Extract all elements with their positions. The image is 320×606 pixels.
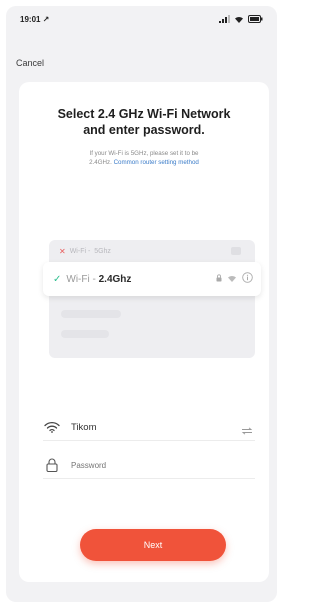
instruction-text: If your Wi-Fi is 5GHz, please set it to … [37, 150, 251, 167]
wifi-status-icon [235, 16, 243, 23]
wifi-24g-prefix: Wi-Fi - [66, 273, 96, 285]
status-time: 19:01 ↗ [20, 14, 50, 24]
router-settings-link[interactable]: Common router setting method [114, 159, 199, 166]
password-field[interactable] [43, 452, 255, 479]
wifi-name-field[interactable]: Tikom [43, 414, 255, 441]
cellular-signal-icon [219, 15, 230, 23]
status-icons [219, 15, 263, 23]
cross-icon: ✕ [59, 246, 66, 256]
wifi-24g-row: ✓ Wi-Fi - 2.4Ghz [43, 262, 261, 296]
wifi-5g-row: ✕ Wi-Fi - 5Ghz [49, 240, 255, 262]
instruction-line-2: 2.4GHz. [89, 158, 112, 166]
wifi-24g-band: 2.4Ghz [98, 273, 132, 285]
info-icon [242, 272, 253, 283]
wifi-icon [43, 421, 61, 433]
wifi-network-illustration: ✕ Wi-Fi - 5Ghz ✓ Wi-Fi - 2.4Ghz [43, 240, 261, 358]
lock-icon [43, 458, 61, 472]
page-title: Select 2.4 GHz Wi-Fi Network and enter p… [19, 106, 269, 138]
wifi-setup-card: Select 2.4 GHz Wi-Fi Network and enter p… [19, 82, 269, 582]
wifi-5g-prefix: Wi-Fi - [69, 247, 91, 255]
wifi-24g-icons [216, 272, 253, 283]
lock-icon [231, 247, 241, 255]
placeholder-network-row [61, 330, 109, 338]
lock-icon [216, 273, 222, 281]
title-line-2: and enter password. [83, 123, 205, 137]
placeholder-network-row [61, 310, 121, 318]
wifi-name-value: Tikom [71, 421, 97, 433]
password-input[interactable] [71, 460, 181, 470]
next-button[interactable]: Next [80, 529, 226, 561]
check-icon: ✓ [53, 273, 62, 285]
cancel-button[interactable]: Cancel [16, 58, 44, 68]
app-screen: 19:01 ↗ Cancel Select 2.4 GHz Wi-Fi Netw… [6, 6, 277, 602]
instruction-line-1: If your Wi-Fi is 5GHz, please set it to … [89, 150, 199, 157]
wifi-5g-band: 5Ghz [94, 247, 111, 255]
status-bar: 19:01 ↗ [6, 6, 277, 32]
wifi-signal-icon [228, 275, 236, 282]
switch-network-icon[interactable] [241, 422, 253, 440]
battery-icon [248, 15, 263, 23]
title-line-1: Select 2.4 GHz Wi-Fi Network [57, 107, 231, 121]
